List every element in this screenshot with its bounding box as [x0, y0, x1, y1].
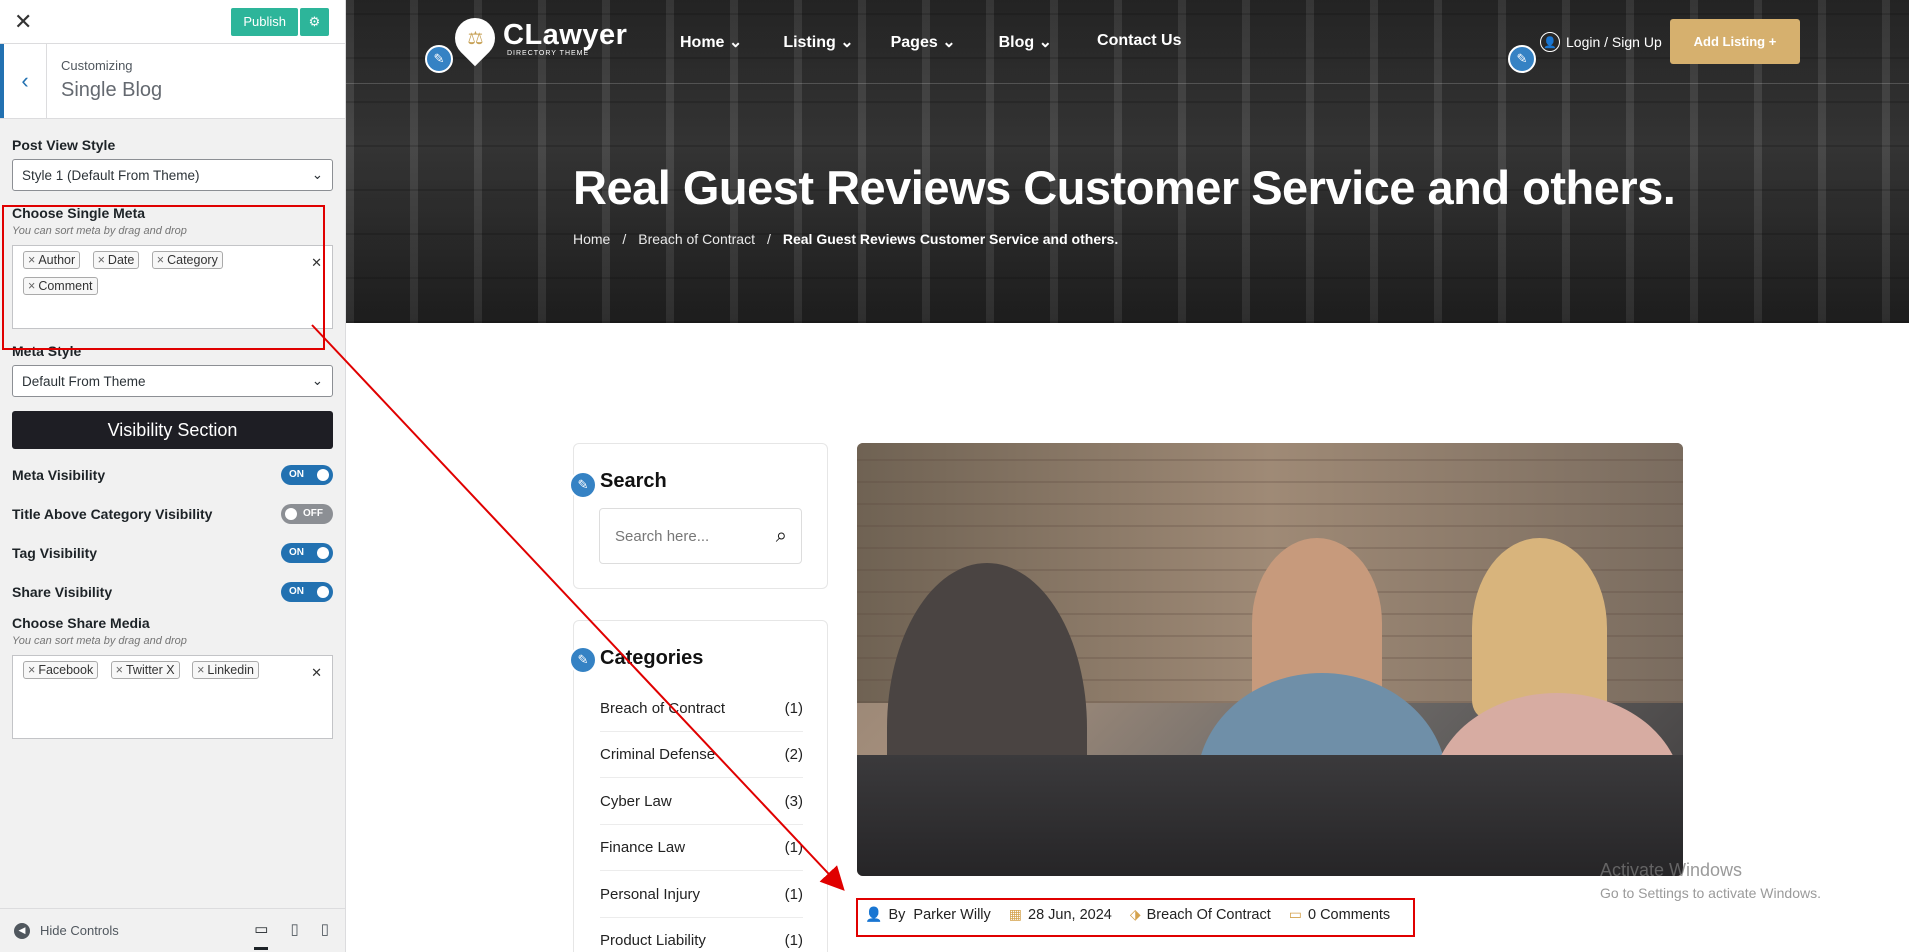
windows-activation-watermark: Activate Windows Go to Settings to activ…	[1600, 860, 1821, 901]
watermark-line1: Activate Windows	[1600, 860, 1743, 880]
watermark-line2: Go to Settings to activate Windows.	[1600, 885, 1821, 901]
annotation-arrow	[311, 324, 845, 891]
